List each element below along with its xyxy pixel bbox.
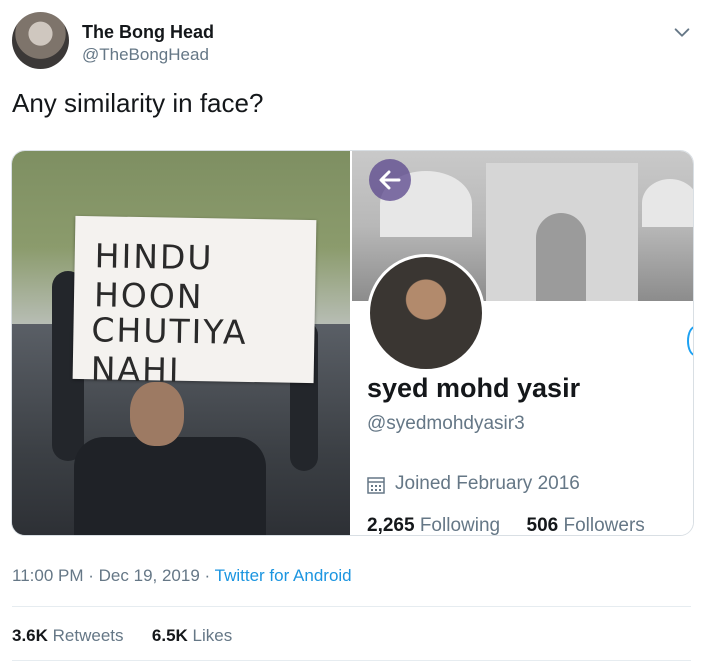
retweets-label: Retweets — [52, 626, 124, 645]
gate-arch — [536, 213, 586, 301]
dome-right — [642, 179, 693, 227]
profile-screenshot: syed mohd yasir @syedmohdyasir3 Joined F… — [352, 151, 693, 535]
back-arrow-icon — [379, 170, 401, 190]
divider-bottom — [12, 660, 691, 661]
tweet-meta: 11:00 PM · Dec 19, 2019 · Twitter for An… — [12, 566, 352, 586]
retweets-count: 3.6K — [12, 626, 48, 645]
author-name[interactable]: The Bong Head — [82, 22, 214, 43]
tweet-text: Any similarity in face? — [12, 88, 264, 118]
tweet-stats: 3.6K Retweets 6.5K Likes — [12, 626, 232, 646]
profile-handle: @syedmohdyasir3 — [367, 413, 525, 434]
back-button[interactable] — [369, 159, 411, 201]
divider-top — [12, 606, 691, 607]
following-label: Following — [419, 515, 501, 536]
author-handle[interactable]: @TheBongHead — [82, 45, 209, 65]
tweet-header: The Bong Head @TheBongHead — [12, 12, 699, 74]
chevron-down-icon[interactable] — [671, 22, 693, 44]
edge-arc — [687, 326, 693, 356]
tweet-time[interactable]: 11:00 PM — [12, 566, 84, 585]
tweet-source-link[interactable]: Twitter for Android — [215, 566, 352, 585]
placard-line-1: HINDU HOON — [93, 236, 214, 317]
followers-label: Followers — [563, 515, 645, 536]
meta-separator-2: · — [204, 566, 211, 585]
likes-label: Likes — [192, 626, 233, 645]
calendar-icon — [367, 477, 385, 494]
follow-counts: 2,265 Following 506 Followers — [367, 515, 645, 536]
likes-count: 6.5K — [151, 626, 188, 645]
following-count: 2,265 — [367, 515, 415, 536]
protest-photo: HINDU HOON CHUTIYA NAHI — [12, 151, 350, 535]
man-head — [130, 382, 184, 446]
profile-avatar — [367, 254, 485, 372]
likes-stat[interactable]: 6.5K Likes — [152, 626, 232, 645]
joined-date: Joined February 2016 — [395, 473, 580, 494]
protest-placard: HINDU HOON CHUTIYA NAHI — [72, 215, 317, 390]
tweet-media[interactable]: HINDU HOON CHUTIYA NAHI syed mohd yasir … — [11, 150, 694, 536]
tweet-date[interactable]: Dec 19, 2019 — [99, 566, 200, 585]
followers-count: 506 — [526, 515, 559, 536]
profile-name: syed mohd yasir — [367, 373, 581, 403]
man-body — [74, 437, 266, 535]
author-avatar[interactable] — [12, 12, 69, 69]
placard-line-2: CHUTIYA NAHI — [90, 310, 248, 390]
meta-separator: · — [88, 566, 94, 585]
retweets-stat[interactable]: 3.6K Retweets — [12, 626, 128, 645]
